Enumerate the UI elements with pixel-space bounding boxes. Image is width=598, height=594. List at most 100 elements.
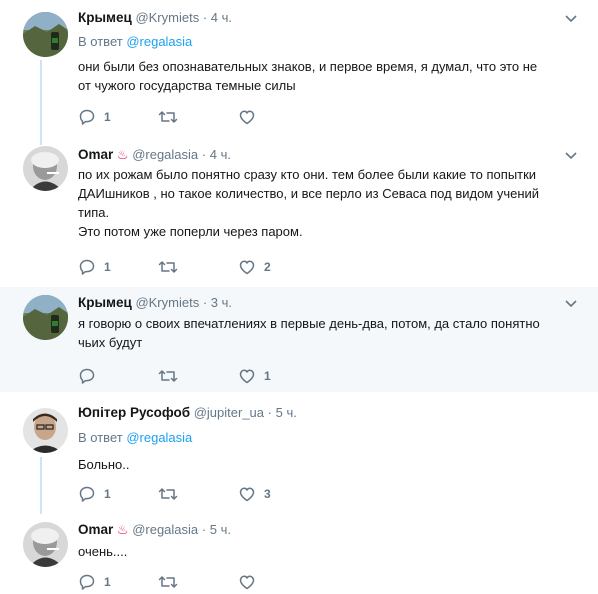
heart-icon — [239, 575, 255, 590]
timestamp[interactable]: 3 ч. — [211, 295, 232, 310]
reply-prefix: В ответ — [78, 430, 123, 445]
tweet-header: Юпітер Русофоб @jupiter_ua · 5 ч. — [78, 404, 297, 422]
separator-dot: · — [201, 522, 207, 537]
tweet-text-line: чьих будут — [78, 335, 143, 350]
reply-button[interactable]: 1 — [78, 108, 158, 126]
like-button[interactable] — [238, 108, 264, 126]
tweet-actions: 1 — [78, 107, 264, 127]
tweet-5[interactable]: Omar ♨ @regalasia · 5 ч. очень.... 1 — [0, 514, 598, 594]
display-name[interactable]: Omar — [78, 522, 113, 537]
user-handle[interactable]: @Krymiets — [135, 10, 199, 25]
retweet-button[interactable] — [158, 485, 238, 503]
reply-button[interactable] — [78, 367, 158, 385]
heart-icon — [239, 369, 255, 384]
tweet-text: Больно.. — [78, 455, 578, 474]
reply-icon — [79, 486, 95, 502]
user-handle[interactable]: @regalasia — [132, 147, 198, 162]
retweet-icon — [158, 370, 178, 382]
tweet-text: я говорю о своих впечатлениях в первые д… — [78, 314, 578, 352]
tweet-header: Omar ♨ @regalasia · 4 ч. — [78, 146, 231, 164]
timestamp[interactable]: 4 ч. — [210, 147, 231, 162]
reply-button[interactable]: 1 — [78, 258, 158, 276]
avatar-crimea-image — [23, 12, 68, 57]
reply-icon — [79, 259, 95, 275]
display-name[interactable]: Крымец — [78, 295, 132, 310]
retweet-button[interactable] — [158, 258, 238, 276]
tweet-text-line: Больно.. — [78, 457, 130, 472]
reply-count: 1 — [104, 575, 111, 589]
heart-icon — [239, 487, 255, 502]
tweet-text-line: я говорю о своих впечатлениях в первые д… — [78, 316, 540, 331]
avatar-omar-image — [23, 146, 68, 191]
timestamp[interactable]: 5 ч. — [276, 405, 297, 420]
reply-count: 1 — [104, 260, 111, 274]
tweet-text-line: очень.... — [78, 544, 128, 559]
reply-icon — [79, 368, 95, 384]
display-name[interactable]: Omar — [78, 147, 113, 162]
tweet-text-line: Это потом уже поперли через паром. — [78, 224, 303, 239]
like-count: 1 — [264, 369, 271, 383]
avatar[interactable] — [23, 408, 68, 453]
chevron-down-icon[interactable] — [564, 299, 578, 309]
like-button[interactable] — [238, 573, 264, 591]
separator-dot: · — [201, 147, 207, 162]
tweet-3[interactable]: Крымец @Krymiets · 3 ч. я говорю о своих… — [0, 287, 598, 392]
tweet-text: очень.... — [78, 542, 578, 561]
heart-icon — [239, 110, 255, 125]
reply-icon — [79, 574, 95, 590]
avatar[interactable] — [23, 522, 68, 567]
reply-mention-link[interactable]: @regalasia — [126, 430, 192, 445]
retweet-icon — [158, 488, 178, 500]
retweet-button[interactable] — [158, 108, 238, 126]
tweet-text-line: они были без опознавательных знаков, и п… — [78, 59, 538, 74]
timestamp[interactable]: 4 ч. — [211, 10, 232, 25]
retweet-icon — [158, 576, 178, 588]
tweet-text-line: от чужого государства темные силы — [78, 78, 296, 93]
tweet-text-line: типа. — [78, 205, 110, 220]
reply-mention-link[interactable]: @regalasia — [126, 34, 192, 49]
avatar-crimea-image — [23, 295, 68, 340]
like-button[interactable]: 2 — [238, 258, 271, 276]
avatar[interactable] — [23, 12, 68, 57]
reply-count: 1 — [104, 487, 111, 501]
reply-button[interactable]: 1 — [78, 485, 158, 503]
tweet-actions: 1 3 — [78, 484, 271, 504]
tweet-text-line: по их рожам было понятно сразу кто они. … — [78, 167, 537, 182]
tweet-header: Крымец @Krymiets · 3 ч. — [78, 294, 232, 312]
tweet-text: по их рожам было понятно сразу кто они. … — [78, 165, 578, 241]
hot-springs-emoji: ♨ — [116, 147, 129, 162]
chevron-down-icon[interactable] — [564, 14, 578, 24]
thread-connector — [40, 457, 42, 514]
tweet-4[interactable]: Юпітер Русофоб @jupiter_ua · 5 ч. В отве… — [0, 392, 598, 514]
tweet-1[interactable]: Крымец @Krymiets · 4 ч. В ответ @regalas… — [0, 0, 598, 140]
retweet-button[interactable] — [158, 573, 238, 591]
tweet-actions: 1 2 — [78, 257, 271, 277]
separator-dot: · — [202, 295, 208, 310]
tweet-header: Крымец @Krymiets · 4 ч. — [78, 9, 232, 27]
retweet-button[interactable] — [158, 367, 238, 385]
avatar-jupiter-image — [23, 408, 68, 453]
chevron-down-icon[interactable] — [564, 151, 578, 161]
like-button[interactable]: 1 — [238, 367, 271, 385]
like-count: 2 — [264, 260, 271, 274]
reply-icon — [79, 109, 95, 125]
user-handle[interactable]: @jupiter_ua — [194, 405, 264, 420]
avatar[interactable] — [23, 146, 68, 191]
timestamp[interactable]: 5 ч. — [210, 522, 231, 537]
user-handle[interactable]: @Krymiets — [135, 295, 199, 310]
like-count: 3 — [264, 487, 271, 501]
reply-count: 1 — [104, 110, 111, 124]
heart-icon — [239, 260, 255, 275]
user-handle[interactable]: @regalasia — [132, 522, 198, 537]
reply-button[interactable]: 1 — [78, 573, 158, 591]
tweet-2[interactable]: Omar ♨ @regalasia · 4 ч. по их рожам был… — [0, 140, 598, 287]
reply-context: В ответ @regalasia — [78, 33, 192, 51]
display-name[interactable]: Юпітер Русофоб — [78, 405, 190, 420]
hot-springs-emoji: ♨ — [116, 522, 129, 537]
tweet-text-line: ДАИшников , но такое количество, и все п… — [78, 186, 540, 201]
display-name[interactable]: Крымец — [78, 10, 132, 25]
tweet-header: Omar ♨ @regalasia · 5 ч. — [78, 521, 231, 539]
like-button[interactable]: 3 — [238, 485, 271, 503]
reply-prefix: В ответ — [78, 34, 123, 49]
avatar[interactable] — [23, 295, 68, 340]
